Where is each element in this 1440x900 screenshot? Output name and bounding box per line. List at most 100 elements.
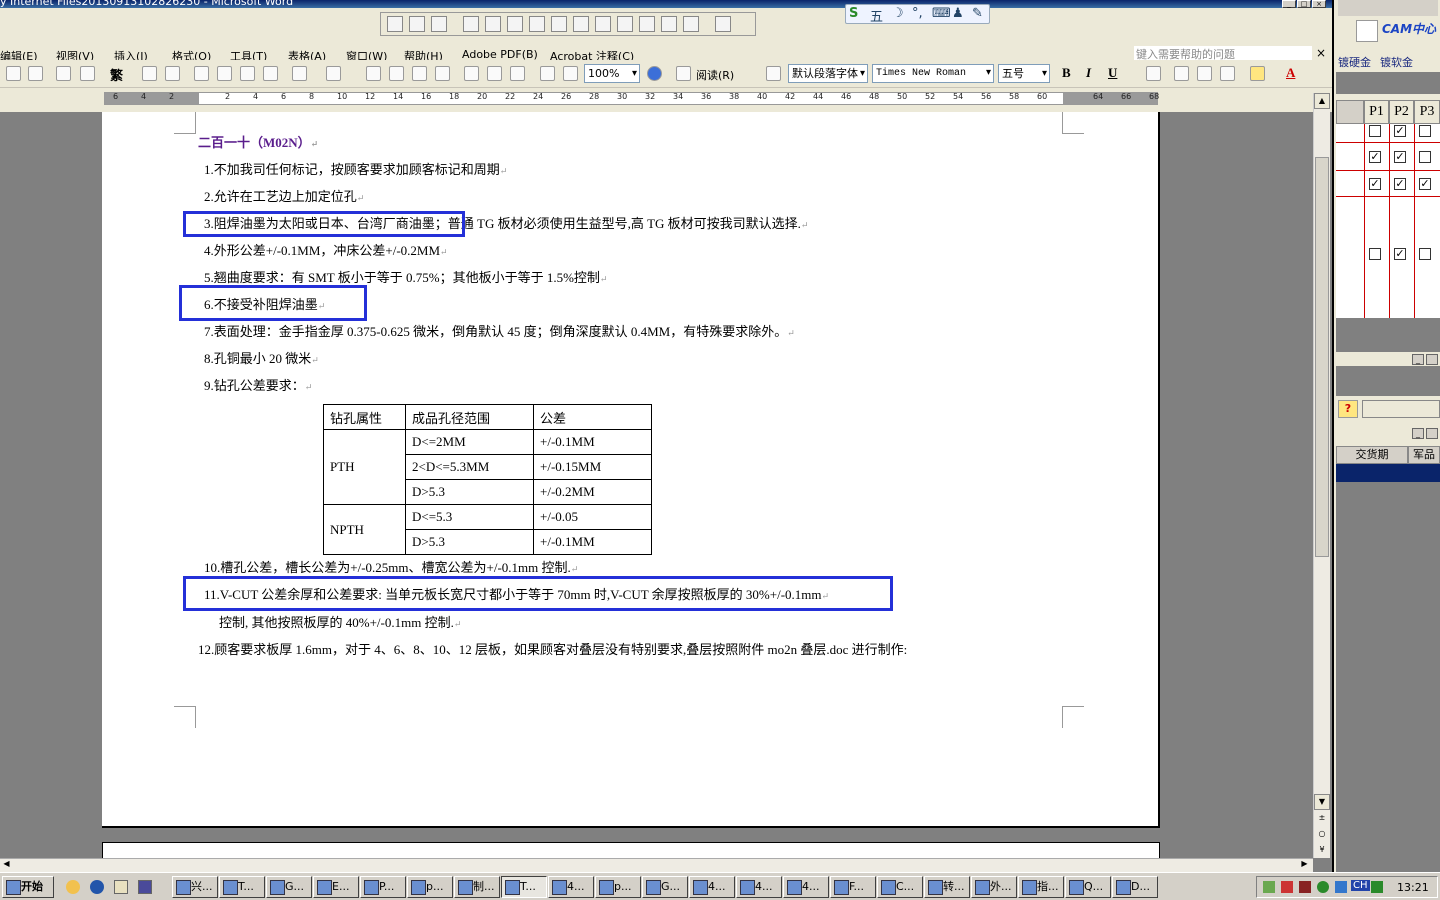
next-page[interactable] bbox=[102, 842, 1160, 858]
zoom-select[interactable]: 100% bbox=[584, 64, 640, 83]
panel-maximize-icon[interactable] bbox=[1426, 354, 1438, 365]
wordart-icon[interactable] bbox=[661, 16, 677, 32]
taskbar-button[interactable]: F... bbox=[830, 876, 876, 898]
horizontal-scrollbar[interactable]: ◀ ▶ bbox=[0, 858, 1313, 872]
research-icon[interactable] bbox=[165, 66, 180, 81]
taskbar-button[interactable]: 4... bbox=[689, 876, 735, 898]
process-checkbox[interactable]: ✓ bbox=[1369, 178, 1381, 190]
horizontal-ruler[interactable]: 6 4 2 2 4 6 8 10 12 14 16 18 20 22 24 26 28 30 32 34 36 38 40 4… bbox=[104, 92, 1159, 105]
frame-icon[interactable] bbox=[573, 16, 589, 32]
taskbar-button[interactable]: 4... bbox=[548, 876, 594, 898]
tab-hard-gold[interactable]: 镀硬金 bbox=[1338, 54, 1371, 70]
columns-icon[interactable] bbox=[464, 66, 479, 81]
image-icon[interactable] bbox=[683, 16, 699, 32]
close-button[interactable]: × bbox=[1312, 0, 1326, 8]
col-header-military[interactable]: 军品 bbox=[1408, 446, 1440, 464]
tray-icon[interactable] bbox=[1299, 881, 1311, 893]
paragraph-icon[interactable] bbox=[563, 66, 578, 81]
quicklaunch-icon[interactable] bbox=[66, 880, 80, 894]
taskbar-button[interactable]: p... bbox=[407, 876, 453, 898]
bold-button[interactable]: B bbox=[1062, 65, 1071, 81]
italic-button[interactable]: I bbox=[1086, 65, 1091, 81]
col-header-delivery[interactable]: 交货期 bbox=[1336, 446, 1408, 464]
numbering-icon[interactable] bbox=[1174, 66, 1189, 81]
tables-borders-icon[interactable] bbox=[389, 66, 404, 81]
font-select[interactable]: Times New Roman bbox=[872, 64, 994, 83]
read-button[interactable]: 阅读(R) bbox=[696, 67, 734, 83]
print-icon[interactable] bbox=[56, 66, 71, 81]
punctuation-icon[interactable]: °, bbox=[912, 6, 923, 21]
settings-icon[interactable]: ✎ bbox=[972, 6, 983, 21]
tools-icon[interactable] bbox=[715, 16, 731, 32]
process-checkbox[interactable]: ✓ bbox=[1419, 178, 1431, 190]
spin-icon[interactable] bbox=[617, 16, 633, 32]
line-icon[interactable] bbox=[507, 16, 523, 32]
align-icon[interactable] bbox=[1146, 66, 1161, 81]
taskbar-button[interactable]: P... bbox=[360, 876, 406, 898]
sogou-icon[interactable]: S bbox=[849, 6, 858, 21]
paste-icon[interactable] bbox=[240, 66, 255, 81]
scroll-right-icon[interactable]: ▶ bbox=[1298, 859, 1311, 871]
insert-table-icon[interactable] bbox=[412, 66, 427, 81]
spelling-icon[interactable] bbox=[142, 66, 157, 81]
taskbar-button[interactable]: 4... bbox=[736, 876, 782, 898]
prev-page-icon[interactable]: ± bbox=[1314, 811, 1330, 827]
half-width-icon[interactable]: ☽ bbox=[892, 6, 904, 21]
taskbar-button[interactable]: C... bbox=[877, 876, 923, 898]
panel-minimize-icon[interactable]: _ bbox=[1412, 354, 1424, 365]
edit-icon[interactable] bbox=[409, 16, 425, 32]
quicklaunch-icon[interactable] bbox=[90, 880, 104, 894]
cut-icon[interactable] bbox=[194, 66, 209, 81]
taskbar-button[interactable]: 4... bbox=[783, 876, 829, 898]
font-size-select[interactable]: 五号 bbox=[998, 64, 1050, 83]
copy-icon[interactable] bbox=[217, 66, 232, 81]
checkbox-icon[interactable] bbox=[463, 16, 479, 32]
styles-icon[interactable] bbox=[766, 66, 781, 81]
user-icon[interactable]: ♟ bbox=[952, 6, 964, 21]
scroll-left-icon[interactable]: ◀ bbox=[0, 859, 13, 871]
panel-minimize-icon[interactable]: _ bbox=[1412, 428, 1424, 439]
tray-icon[interactable] bbox=[1371, 881, 1383, 893]
bullets-icon[interactable] bbox=[1197, 66, 1212, 81]
process-checkbox[interactable] bbox=[1369, 248, 1381, 260]
process-checkbox[interactable]: ✓ bbox=[1394, 151, 1406, 163]
drawing-icon[interactable] bbox=[487, 66, 502, 81]
undo-icon[interactable] bbox=[292, 66, 307, 81]
print-preview-icon[interactable] bbox=[80, 66, 95, 81]
help-icon[interactable]: ? bbox=[1338, 400, 1358, 418]
process-checkbox[interactable]: ✓ bbox=[1394, 178, 1406, 190]
maximize-button[interactable]: □ bbox=[1297, 0, 1311, 8]
help-icon[interactable] bbox=[647, 66, 662, 81]
taskbar-button[interactable]: T... bbox=[501, 876, 547, 898]
tab-soft-gold[interactable]: 镀软金 bbox=[1380, 54, 1413, 70]
process-checkbox[interactable] bbox=[1419, 151, 1431, 163]
tray-icon[interactable] bbox=[1263, 881, 1275, 893]
quicklaunch-icon[interactable] bbox=[114, 880, 128, 894]
list-icon[interactable] bbox=[551, 16, 567, 32]
indent-icon[interactable] bbox=[1220, 66, 1235, 81]
tray-icon[interactable] bbox=[1335, 881, 1347, 893]
highlight-icon[interactable] bbox=[1250, 66, 1265, 81]
new-icon[interactable] bbox=[6, 66, 21, 81]
taskbar-button[interactable]: 转... bbox=[924, 876, 970, 898]
process-checkbox[interactable]: ✓ bbox=[1394, 125, 1406, 137]
style-select[interactable]: 默认段落字体 bbox=[788, 64, 868, 83]
underline-button[interactable]: U bbox=[1108, 65, 1117, 81]
comment-icon[interactable] bbox=[431, 16, 447, 32]
permission-icon[interactable] bbox=[28, 66, 43, 81]
tray-icon[interactable] bbox=[1317, 881, 1329, 893]
process-checkbox[interactable] bbox=[1419, 125, 1431, 137]
scroll-icon[interactable] bbox=[639, 16, 655, 32]
process-checkbox[interactable]: ✓ bbox=[1394, 248, 1406, 260]
draw-icon[interactable] bbox=[387, 16, 403, 32]
document-map-icon[interactable] bbox=[510, 66, 525, 81]
hyperlink-icon[interactable] bbox=[366, 66, 381, 81]
taskbar-button[interactable]: p... bbox=[595, 876, 641, 898]
radio-icon[interactable] bbox=[529, 16, 545, 32]
tray-icon[interactable] bbox=[1281, 881, 1293, 893]
close-document-icon[interactable]: × bbox=[1316, 46, 1326, 60]
keyboard-icon[interactable]: ⌨ bbox=[932, 6, 951, 21]
col-header-p1[interactable]: P1 bbox=[1364, 100, 1389, 124]
process-checkbox[interactable] bbox=[1419, 248, 1431, 260]
insert-excel-icon[interactable] bbox=[435, 66, 450, 81]
